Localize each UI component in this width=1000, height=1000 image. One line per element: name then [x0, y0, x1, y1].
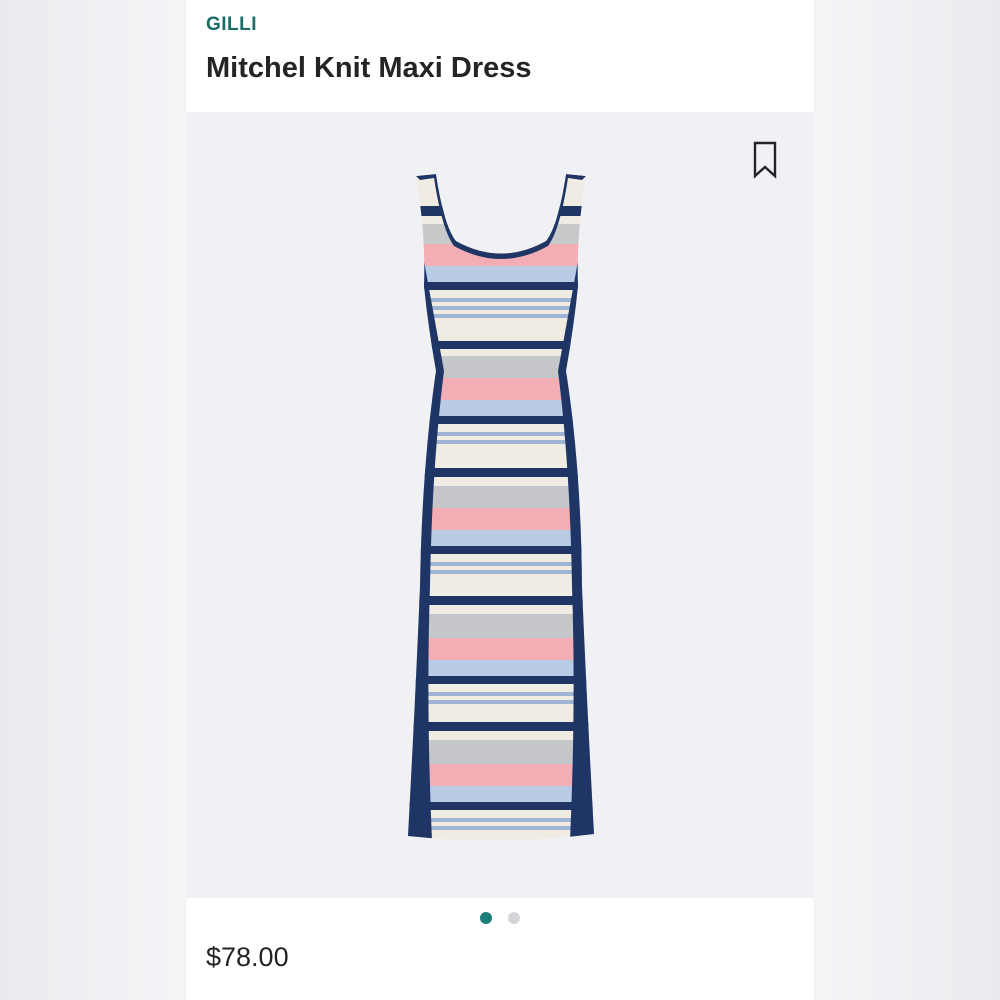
product-image: [408, 174, 594, 841]
product-card: GILLI Mitchel Knit Maxi Dress $78.00: [186, 0, 814, 1000]
carousel-dot-2[interactable]: [508, 912, 520, 924]
carousel-pagination: [186, 912, 814, 926]
product-image-carousel[interactable]: [186, 112, 814, 898]
bookmark-icon[interactable]: [750, 140, 780, 180]
brand-name[interactable]: GILLI: [206, 14, 257, 36]
product-price: $78.00: [206, 942, 289, 972]
product-title: Mitchel Knit Maxi Dress: [206, 52, 532, 84]
carousel-dot-1[interactable]: [480, 912, 492, 924]
product-header: GILLI Mitchel Knit Maxi Dress: [186, 0, 814, 112]
